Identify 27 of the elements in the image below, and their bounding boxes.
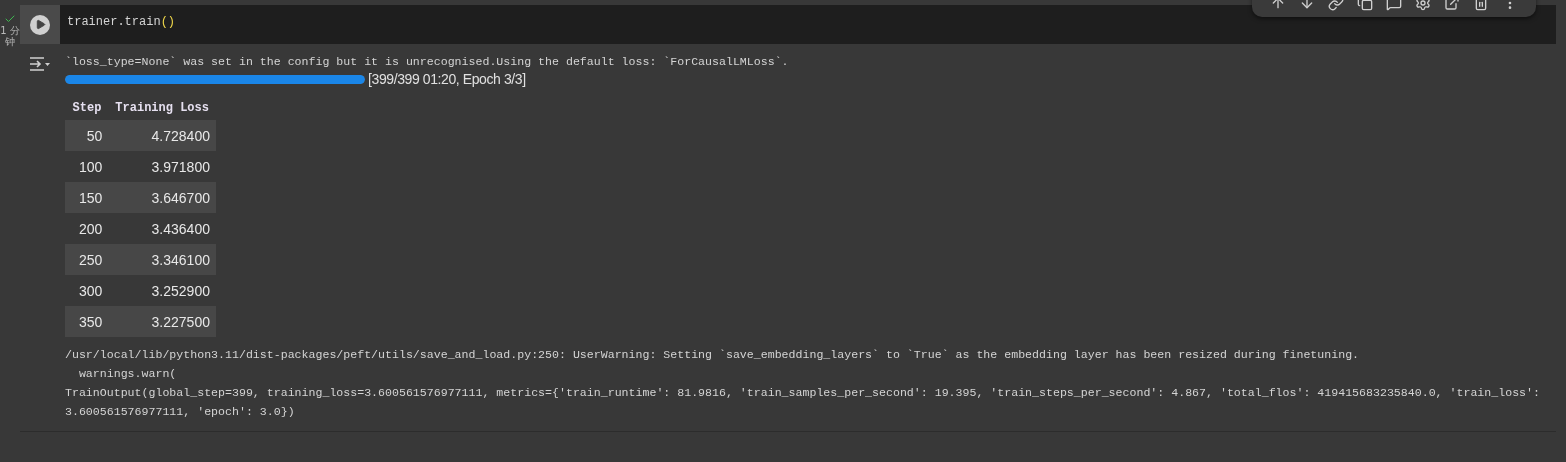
table-cell: 3.227500 — [108, 306, 216, 337]
table-cell: 350 — [65, 306, 109, 337]
table-cell: 3.646700 — [108, 182, 216, 213]
table-cell: 50 — [65, 120, 109, 151]
table-cell: 250 — [65, 244, 109, 275]
table-cell: 300 — [65, 275, 109, 306]
table-cell: 100 — [65, 151, 109, 182]
table-cell: 3.971800 — [108, 151, 216, 182]
output-line: warnings.warn( — [77, 366, 178, 382]
output-line: TrainOutput(global_step=399, training_loss=3.600561576977111, metrics={'train_runtime': 81.9816, 'train_samples_per_second': 19.395, 'train_steps_per_second': 4.867, 'total_flos': 419415683235840.0, 'train_loss': — [65, 385, 1540, 401]
table-cell: 3.346100 — [108, 244, 216, 275]
table-cell: 3.252900 — [108, 275, 216, 306]
column-header: Training Loss — [108, 97, 216, 120]
elapsed-time: 1 分钟 — [0, 25, 20, 47]
output-toggle-icon[interactable] — [29, 56, 51, 72]
table-cell: 200 — [65, 213, 109, 244]
code-line[interactable]: trainer.train() — [60, 5, 183, 44]
table-cell: 4.728400 — [108, 120, 216, 151]
output-line: 3.600561576977111, 'epoch': 3.0}) — [65, 404, 296, 420]
table-cell: 3.436400 — [108, 213, 216, 244]
run-button[interactable] — [30, 14, 50, 35]
output-line: /usr/local/lib/python3.11/dist-packages/peft/utils/save_and_load.py:250: UserWarning: Setting `save_embedding_layers` to `True` as the embedding layer has been resized during finetuning. — [65, 347, 1361, 363]
play-icon — [34, 19, 46, 30]
table-cell: 150 — [65, 182, 109, 213]
warning-message: `loss_type=None` was set in the config but it is unrecognised.Using the default loss: `ForCausalLMLoss`. — [65, 54, 790, 70]
column-header: Step — [65, 97, 109, 120]
progress-label: [399/399 01:20, Epoch 3/3] — [368, 71, 526, 87]
